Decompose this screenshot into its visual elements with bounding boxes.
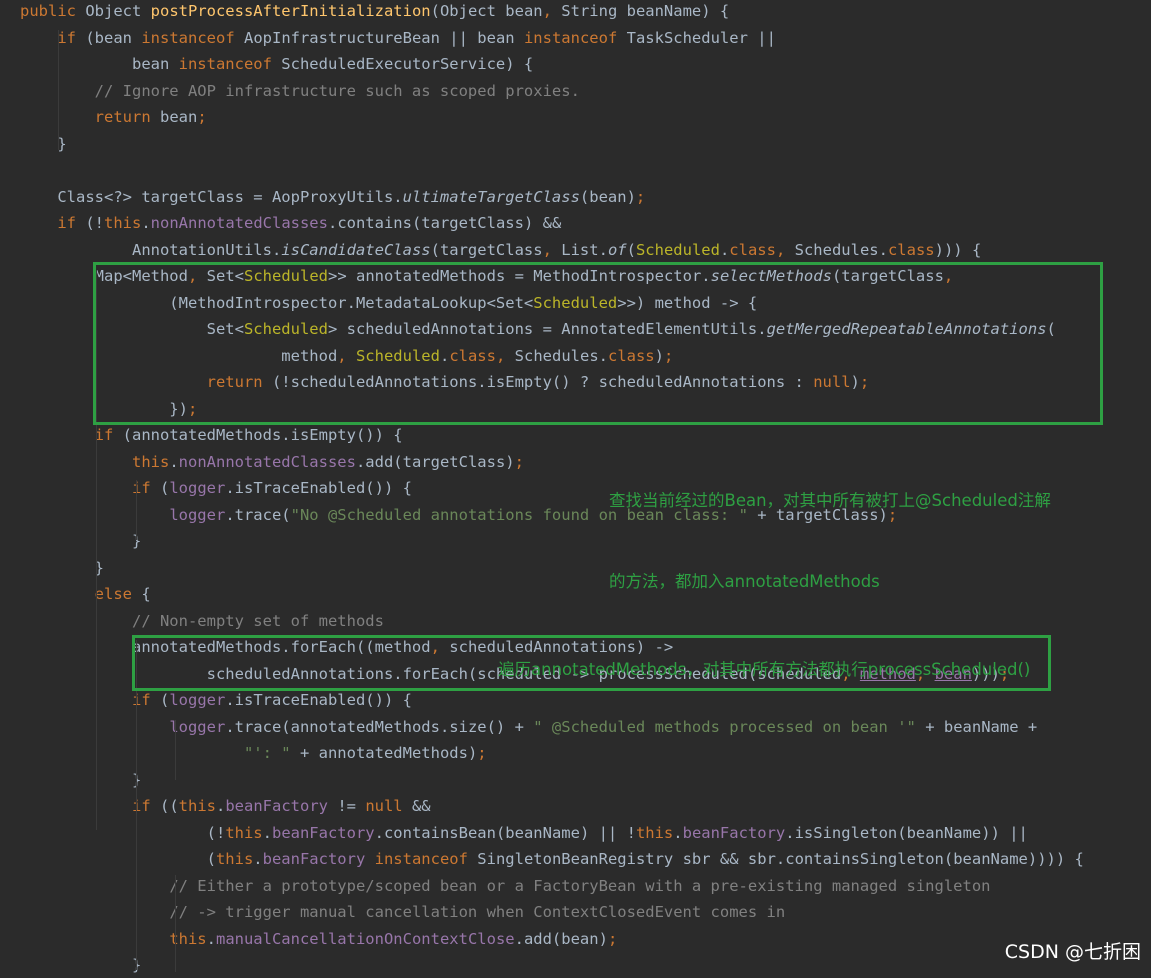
- code-line: this.manualCancellationOnContextClose.ad…: [169, 929, 618, 948]
- code-line: }: [20, 558, 104, 577]
- code-line: }: [20, 532, 142, 550]
- annotation-note-1-line-1: 查找当前经过的Bean，对其中所有被打上@Scheduled注解: [609, 491, 1051, 510]
- code-line: // Either a prototype/scoped bean or a F…: [169, 876, 991, 895]
- code-line: (this.beanFactory instanceof SingletonBe…: [20, 850, 1084, 868]
- code-line: // Non-empty set of methods: [131, 611, 384, 630]
- highlight-box-select-methods: [93, 262, 1103, 425]
- code-line: return bean;: [94, 108, 207, 126]
- code-line: }: [20, 770, 142, 789]
- code-line: // Ignore AOP infrastructure such as sco…: [94, 81, 580, 100]
- indent-guide: [58, 30, 59, 150]
- annotation-note-2: 遍历annotatedMethods，对其中所有方法都执行processSche…: [498, 602, 1030, 710]
- annotation-note-2-text: 遍历annotatedMethods，对其中所有方法都执行processSche…: [498, 660, 1031, 679]
- code-line: }: [20, 134, 67, 153]
- code-line: if (!this.nonAnnotatedClasses.contains(t…: [57, 214, 562, 232]
- watermark: CSDN @七折困: [1002, 937, 1143, 964]
- code-line: Class<?> targetClass = AopProxyUtils.ult…: [20, 187, 646, 206]
- code-line: logger.trace(annotatedMethods.size() + "…: [169, 717, 1038, 736]
- code-line: (!this.beanFactory.containsBean(beanName…: [20, 823, 1028, 842]
- indent-guide: [175, 875, 176, 972]
- code-line: "': " + annotatedMethods);: [243, 744, 487, 762]
- code-line: if (annotatedMethods.isEmpty()) {: [94, 426, 403, 444]
- code-line: if (bean instanceof AopInfrastructureBea…: [57, 28, 776, 47]
- code-line: }: [20, 956, 142, 974]
- annotation-note-1-line-2: 的方法，都加入annotatedMethods: [609, 572, 880, 591]
- indent-guide: [136, 480, 137, 540]
- code-line: public Object postProcessAfterInitializa…: [20, 2, 730, 20]
- code-line: else {: [94, 585, 151, 603]
- code-line: if (logger.isTraceEnabled()) {: [131, 479, 412, 497]
- code-line: AnnotationUtils.isCandidateClass(targetC…: [20, 240, 982, 259]
- annotation-note-1: 查找当前经过的Bean，对其中所有被打上@Scheduled注解 的方法，都加入…: [609, 433, 1051, 622]
- code-line: // -> trigger manual cancellation when C…: [169, 903, 786, 921]
- code-line: bean instanceof ScheduledExecutorService…: [20, 55, 534, 73]
- indent-guide: [175, 720, 176, 780]
- code-line: if ((this.beanFactory != null &&: [131, 797, 431, 815]
